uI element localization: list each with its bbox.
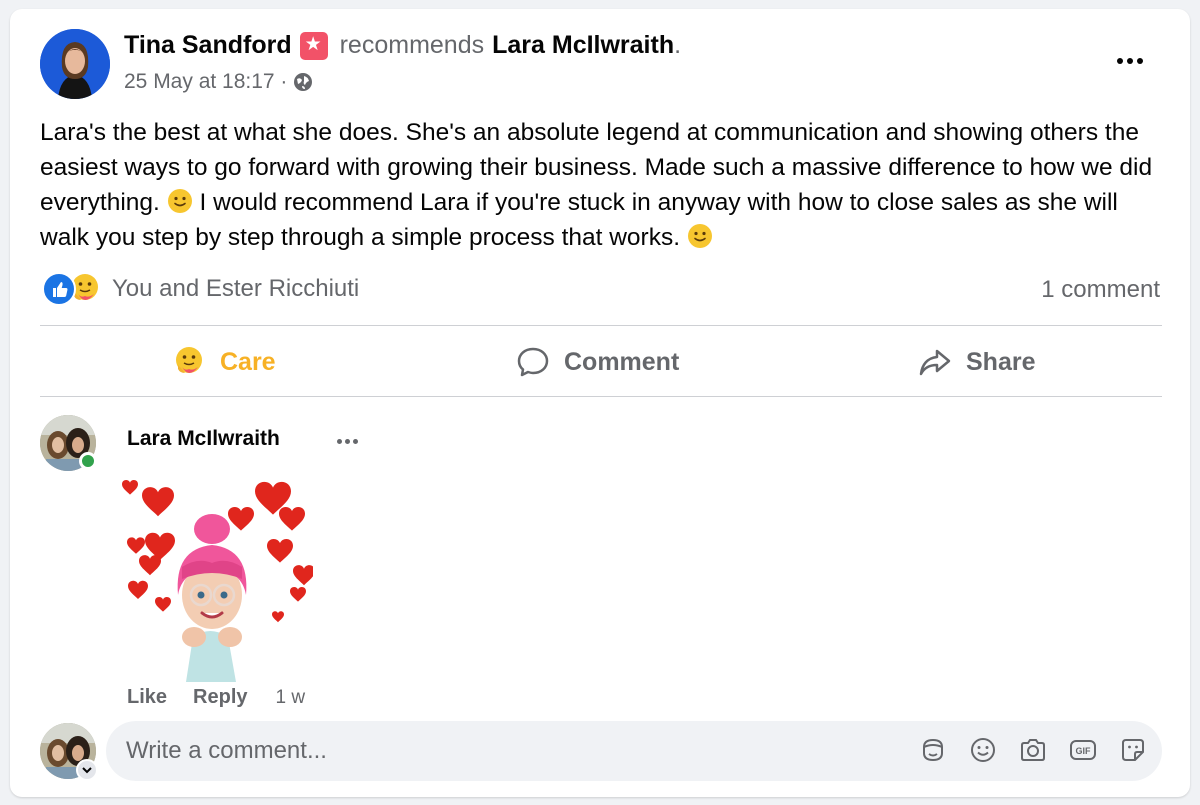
divider xyxy=(40,325,1162,326)
gif-icon[interactable]: GIF xyxy=(1068,735,1098,765)
recommends-verb: recommends xyxy=(339,31,485,59)
care-button[interactable]: Care xyxy=(172,337,276,387)
comment-author-name[interactable]: Lara McIlwraith xyxy=(127,427,280,451)
header-period: . xyxy=(674,31,682,59)
comment-like-link[interactable]: Like xyxy=(127,686,167,709)
more-dot xyxy=(1127,58,1133,64)
comment-count[interactable]: 1 comment xyxy=(1041,276,1160,304)
author-name[interactable]: Tina Sandford xyxy=(124,31,292,60)
more-dot xyxy=(352,438,358,444)
chevron-down-icon[interactable] xyxy=(76,759,98,781)
post-meta: 25 May at 18:17 · xyxy=(124,70,313,94)
camera-icon[interactable] xyxy=(1018,735,1048,765)
post-body: Lara's the best at what she does. She's … xyxy=(40,115,1170,255)
comment-reply-link[interactable]: Reply xyxy=(193,686,247,709)
slightly-smiling-emoji-icon xyxy=(687,224,712,248)
avatar-sticker-icon[interactable] xyxy=(918,735,948,765)
comment-input[interactable] xyxy=(126,721,906,781)
slightly-smiling-emoji-icon xyxy=(167,189,192,213)
post-timestamp[interactable]: 25 May at 18:17 · xyxy=(124,70,287,94)
comment-actions: Like Reply 1 w xyxy=(127,686,305,709)
comment-composer: GIF xyxy=(106,721,1162,781)
post-options-button[interactable] xyxy=(1110,49,1150,73)
sticker-icon[interactable] xyxy=(1118,735,1148,765)
reaction-names[interactable]: You and Ester Ricchiuti xyxy=(112,275,359,303)
post-card: Tina Sandford recommends Lara McIlwraith… xyxy=(10,9,1190,797)
comment-options-button[interactable] xyxy=(332,431,362,451)
recommendation-star-icon xyxy=(299,31,328,60)
emoji-icon[interactable] xyxy=(968,735,998,765)
online-status-dot xyxy=(79,452,97,470)
comment-bubble-icon xyxy=(517,347,549,377)
more-dot xyxy=(1117,58,1123,64)
share-arrow-icon xyxy=(919,349,951,376)
like-reaction-icon xyxy=(42,272,76,306)
post-header-line: Tina Sandford recommends Lara McIlwraith… xyxy=(124,31,681,60)
share-button[interactable]: Share xyxy=(918,337,1035,387)
recommended-page-name[interactable]: Lara McIlwraith xyxy=(492,31,674,60)
comment-button-label: Comment xyxy=(564,347,680,376)
avatar-hearts-sticker xyxy=(122,480,313,682)
author-avatar[interactable] xyxy=(40,29,110,99)
more-dot xyxy=(336,438,342,444)
care-reaction-icon xyxy=(176,347,202,373)
more-dot xyxy=(344,438,350,444)
more-dot xyxy=(1137,58,1143,64)
globe-icon xyxy=(294,73,313,91)
composer-tools: GIF xyxy=(918,735,1148,765)
comment-time[interactable]: 1 w xyxy=(276,687,306,709)
reaction-summary[interactable]: You and Ester Ricchiuti xyxy=(42,272,359,306)
care-button-label: Care xyxy=(220,347,276,376)
comment-button[interactable]: Comment xyxy=(516,337,679,387)
post-body-text-2: I would recommend Lara if you're stuck i… xyxy=(40,189,1118,251)
share-button-label: Share xyxy=(966,347,1036,376)
divider xyxy=(40,396,1162,397)
svg-text:GIF: GIF xyxy=(1076,746,1092,756)
